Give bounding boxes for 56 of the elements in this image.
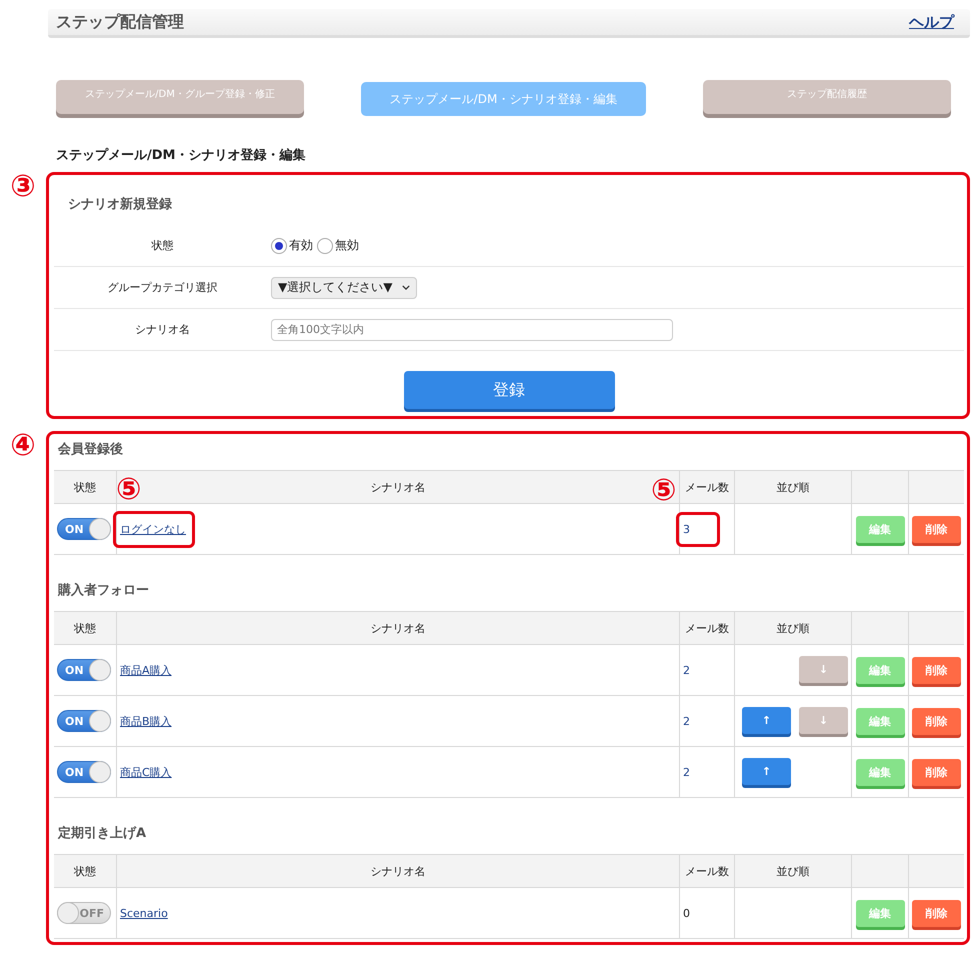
chevron-down-icon bbox=[402, 285, 410, 290]
delete-button[interactable]: 削除 bbox=[912, 758, 961, 786]
move-up-button[interactable]: ↑ bbox=[742, 758, 791, 784]
delete-button[interactable]: 削除 bbox=[912, 516, 961, 542]
scenario-link[interactable]: Scenario bbox=[120, 906, 168, 920]
column-header: メール数 bbox=[680, 612, 734, 644]
field-label: 状態 bbox=[150, 238, 174, 253]
callout-number: ④ bbox=[9, 431, 37, 461]
radio-label: 有効 bbox=[289, 237, 313, 254]
toggle-switch[interactable]: ON bbox=[57, 710, 111, 732]
mail-count: 0 bbox=[683, 906, 690, 920]
register-button[interactable]: 登録 bbox=[404, 371, 614, 409]
delete-button[interactable]: 削除 bbox=[912, 656, 961, 684]
field-label: グループカテゴリ選択 bbox=[106, 280, 218, 295]
mail-count-link[interactable]: 2 bbox=[683, 766, 690, 778]
category-select[interactable]: ▼選択してください▼ bbox=[271, 276, 418, 298]
column-header: 状態 bbox=[54, 470, 116, 504]
column-header: 並び順 bbox=[734, 612, 852, 644]
column-header: 並び順 bbox=[734, 854, 852, 888]
scenario-link[interactable]: 商品C購入 bbox=[120, 766, 172, 778]
mail-count-link[interactable]: 3 bbox=[683, 522, 690, 536]
callout-number: ⑤ bbox=[116, 474, 142, 504]
group-title: 購入者フォロー bbox=[56, 582, 150, 600]
callout-number: ⑤ bbox=[651, 476, 676, 506]
column-header: シナリオ名 bbox=[116, 854, 680, 888]
mail-count-link[interactable]: 2 bbox=[683, 664, 690, 676]
page-heading: ステップ配信管理 bbox=[56, 12, 184, 32]
move-up-button[interactable]: ↑ bbox=[742, 706, 791, 734]
delete-button[interactable]: 削除 bbox=[912, 708, 961, 734]
delete-button[interactable]: 削除 bbox=[912, 900, 961, 926]
toggle-switch[interactable]: ON bbox=[57, 518, 111, 540]
column-header: メール数 bbox=[680, 470, 734, 504]
toggle-switch[interactable]: OFF bbox=[57, 902, 111, 924]
section-title: ステップメール/DM・シナリオ登録・編集 bbox=[56, 146, 306, 164]
column-header: 並び順 bbox=[734, 470, 852, 504]
field-label: シナリオ名 bbox=[134, 322, 191, 337]
column-header: メール数 bbox=[680, 854, 734, 888]
scenario-link[interactable]: 商品B購入 bbox=[120, 714, 172, 728]
tab[interactable]: ステップメール/DM・シナリオ登録・編集 bbox=[361, 82, 646, 116]
column-header: シナリオ名 bbox=[116, 612, 680, 644]
form-title: シナリオ新規登録 bbox=[67, 196, 173, 214]
mail-count-link[interactable]: 2 bbox=[683, 714, 690, 728]
help-link[interactable]: ヘルプ bbox=[909, 12, 954, 32]
toggle-switch[interactable]: ON bbox=[57, 659, 111, 681]
scenario-name-field[interactable]: 全角100文字以内 bbox=[271, 318, 673, 340]
column-header: 状態 bbox=[54, 612, 116, 644]
radio-label: 無効 bbox=[335, 237, 359, 254]
column-header: 状態 bbox=[54, 854, 116, 888]
radio-button[interactable] bbox=[317, 238, 333, 254]
scenario-link[interactable]: 商品A購入 bbox=[120, 664, 172, 676]
group-title: 定期引き上げA bbox=[56, 824, 148, 843]
toggle-switch[interactable]: ON bbox=[57, 761, 111, 783]
callout-number: ③ bbox=[9, 172, 37, 202]
radio-button[interactable] bbox=[271, 238, 287, 254]
scenario-link[interactable]: ログインなし bbox=[120, 522, 186, 536]
group-title: 会員登録後 bbox=[56, 441, 124, 459]
